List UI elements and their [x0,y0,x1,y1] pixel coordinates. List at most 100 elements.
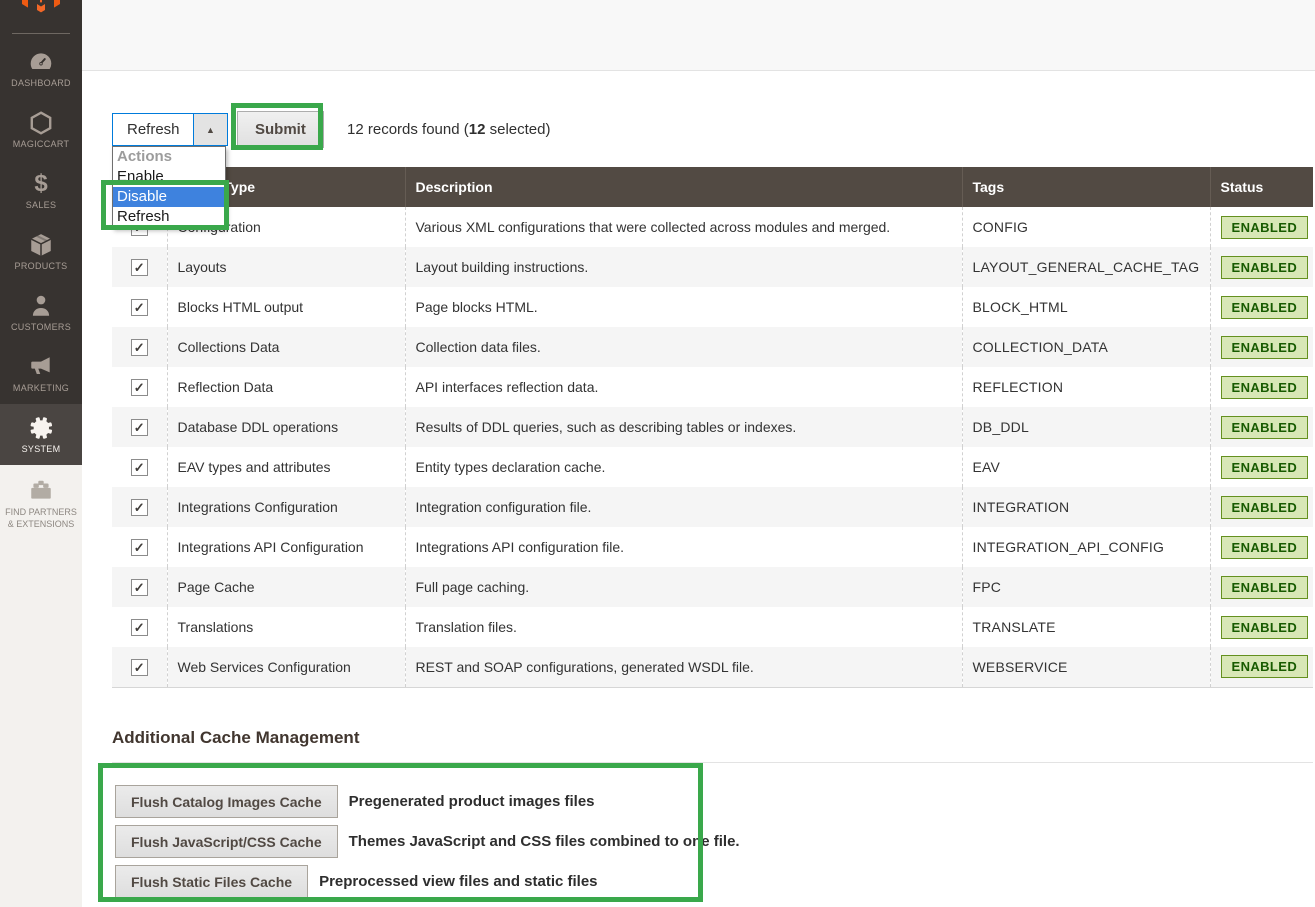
additional-cache-heading: Additional Cache Management [112,728,359,748]
cache-type-cell: Integrations API Configuration [167,527,405,567]
page-actions-bar [82,0,1315,71]
sidebar-item-customers[interactable]: CUSTOMERS [0,282,82,343]
description-cell: API interfaces reflection data. [405,367,962,407]
cache-management-page: DASHBOARD MAGICCART $ SALES PRODUCTS CUS… [0,0,1315,907]
cache-type-cell: Database DDL operations [167,407,405,447]
status-badge: ENABLED [1221,256,1309,279]
description-cell: REST and SOAP configurations, generated … [405,647,962,687]
tags-cell: DB_DDL [962,407,1210,447]
table-row: ✓ Collections Data Collection data files… [112,327,1313,367]
description-cell: Various XML configurations that were col… [405,207,962,247]
table-row: ✓ Integrations Configuration Integration… [112,487,1313,527]
description-cell: Integrations API configuration file. [405,527,962,567]
checkmark-icon: ✓ [134,301,145,314]
tags-cell: COLLECTION_DATA [962,327,1210,367]
table-row: ✓ Translations Translation files. TRANSL… [112,607,1313,647]
sidebar-item-system[interactable]: SYSTEM [0,404,82,465]
cache-type-cell: Blocks HTML output [167,287,405,327]
flush-action-description: Preprocessed view files and static files [319,873,597,890]
checkmark-icon: ✓ [134,461,145,474]
checkmark-icon: ✓ [134,581,145,594]
dropdown-option-actions: Actions [113,147,225,167]
cache-type-cell: Integrations Configuration [167,487,405,527]
table-header-row: Cache Type Description Tags Status [112,167,1313,207]
cache-type-cell: Page Cache [167,567,405,607]
checkmark-icon: ✓ [134,261,145,274]
cache-grid: Cache Type Description Tags Status ✓ Con… [112,167,1313,688]
sidebar-item-label: MAGICCART [13,139,70,150]
dollar-icon: $ [28,171,54,197]
chevron-up-icon[interactable]: ▲ [193,114,227,145]
tags-cell: INTEGRATION_API_CONFIG [962,527,1210,567]
sidebar-item-products[interactable]: PRODUCTS [0,221,82,282]
row-checkbox[interactable]: ✓ [131,579,148,596]
person-icon [28,293,54,319]
row-checkbox[interactable]: ✓ [131,619,148,636]
row-checkbox[interactable]: ✓ [131,499,148,516]
dropdown-option-enable[interactable]: Enable [113,167,225,187]
sidebar-nav: DASHBOARD MAGICCART $ SALES PRODUCTS CUS… [0,38,82,465]
tags-cell: EAV [962,447,1210,487]
magento-logo-icon[interactable] [19,0,63,17]
row-checkbox[interactable]: ✓ [131,459,148,476]
table-row: ✓ Configuration Various XML configuratio… [112,207,1313,247]
table-row: ✓ Layouts Layout building instructions. … [112,247,1313,287]
tags-cell: WEBSERVICE [962,647,1210,687]
flush-catalog-images-cache-button[interactable]: Flush Catalog Images Cache [115,785,338,818]
checkmark-icon: ✓ [134,501,145,514]
tags-cell: CONFIG [962,207,1210,247]
tags-cell: TRANSLATE [962,607,1210,647]
cache-type-cell: EAV types and attributes [167,447,405,487]
flush-action-row: Flush Static Files Cache Preprocessed vi… [115,865,740,898]
flush-static-files-cache-button[interactable]: Flush Static Files Cache [115,865,308,898]
sidebar-item-magiccart[interactable]: MAGICCART [0,99,82,160]
status-badge: ENABLED [1221,655,1309,678]
cache-type-cell: Web Services Configuration [167,647,405,687]
gear-icon [28,415,54,441]
status-badge: ENABLED [1221,536,1309,559]
sidebar-item-sales[interactable]: $ SALES [0,160,82,221]
status-badge: ENABLED [1221,296,1309,319]
status-badge: ENABLED [1221,616,1309,639]
sidebar-item-dashboard[interactable]: DASHBOARD [0,38,82,99]
status-badge: ENABLED [1221,576,1309,599]
sidebar-item-label: DASHBOARD [11,78,71,89]
table-row: ✓ Page Cache Full page caching. FPC ENAB… [112,567,1313,607]
brick-icon [28,477,54,503]
tags-cell: LAYOUT_GENERAL_CACHE_TAG [962,247,1210,287]
section-divider [112,762,1313,763]
sidebar-item-marketing[interactable]: MARKETING [0,343,82,404]
description-cell: Collection data files. [405,327,962,367]
row-checkbox[interactable]: ✓ [131,379,148,396]
sidebar-item-label: MARKETING [13,383,69,394]
sidebar-item-label: SYSTEM [22,444,61,455]
table-row: ✓ Web Services Configuration REST and SO… [112,647,1313,687]
row-checkbox[interactable]: ✓ [131,659,148,676]
tags-cell: INTEGRATION [962,487,1210,527]
dropdown-option-refresh[interactable]: Refresh [113,207,225,227]
row-checkbox[interactable]: ✓ [131,419,148,436]
row-checkbox[interactable]: ✓ [131,539,148,556]
flush-action-description: Pregenerated product images files [349,793,595,810]
row-checkbox[interactable]: ✓ [131,299,148,316]
status-badge: ENABLED [1221,336,1309,359]
cache-type-cell: Layouts [167,247,405,287]
table-row: ✓ EAV types and attributes Entity types … [112,447,1313,487]
tags-cell: REFLECTION [962,367,1210,407]
mass-action-select[interactable]: Refresh ▲ [112,113,228,146]
flush-javascript-css-cache-button[interactable]: Flush JavaScript/CSS Cache [115,825,338,858]
row-checkbox[interactable]: ✓ [131,339,148,356]
flush-action-row: Flush Catalog Images Cache Pregenerated … [115,785,740,818]
records-count-text: 12 records found (12 selected) [347,121,550,138]
description-cell: Results of DDL queries, such as describi… [405,407,962,447]
mass-action-select-value: Refresh [113,114,193,145]
table-row: ✓ Database DDL operations Results of DDL… [112,407,1313,447]
submit-button[interactable]: Submit [237,111,324,148]
dropdown-option-disable[interactable]: Disable [113,187,225,207]
row-checkbox[interactable]: ✓ [131,259,148,276]
table-row: ✓ Integrations API Configuration Integra… [112,527,1313,567]
checkmark-icon: ✓ [134,541,145,554]
sidebar-item-find-partners[interactable]: FIND PARTNERS & EXTENSIONS [0,477,82,530]
box-icon [28,232,54,258]
cache-type-cell: Translations [167,607,405,647]
